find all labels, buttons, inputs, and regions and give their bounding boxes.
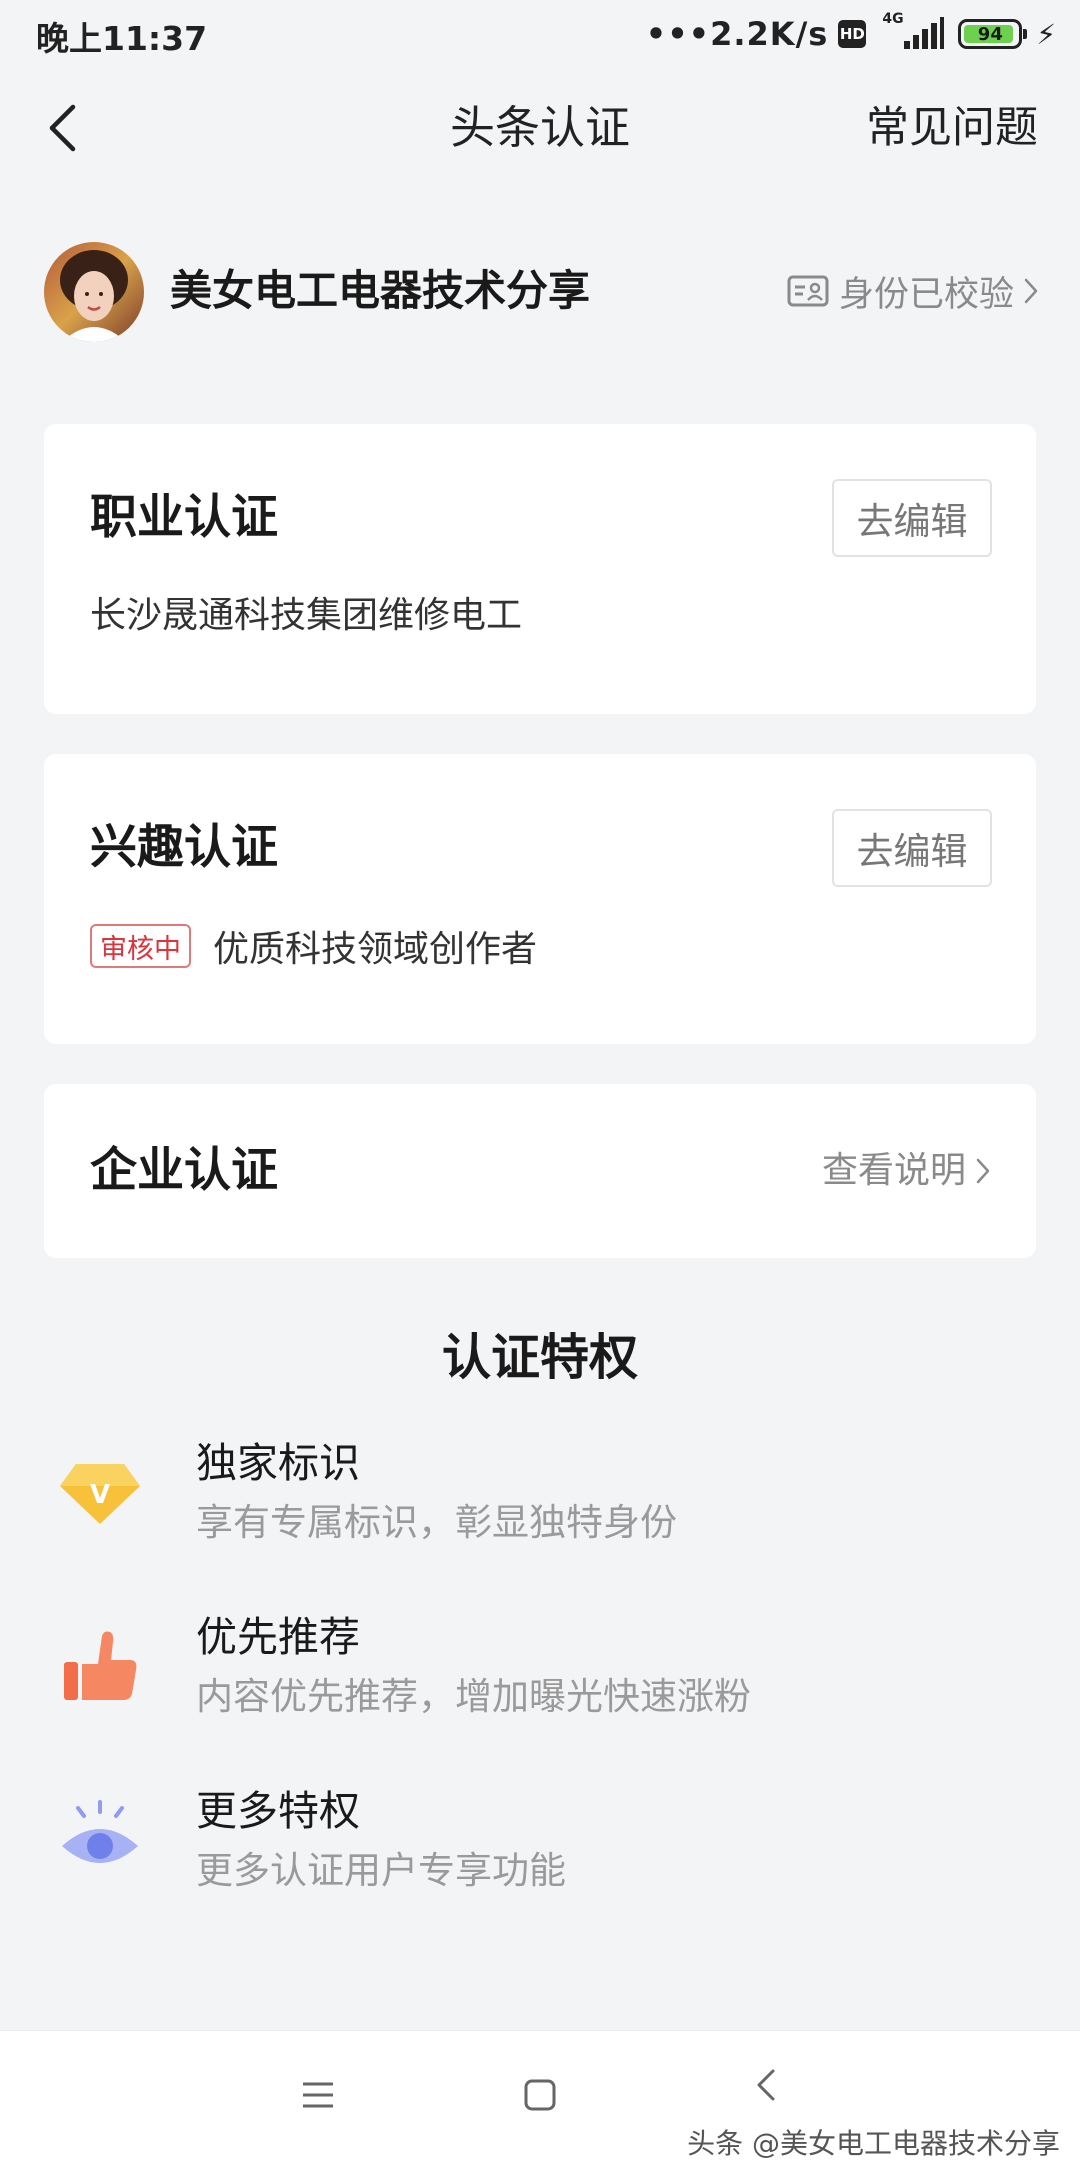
id-card-icon	[787, 275, 829, 307]
hd-icon: HD	[838, 20, 867, 48]
enterprise-card[interactable]: 企业认证 查看说明	[44, 1084, 1036, 1258]
identity-verified-link[interactable]: 身份已校验	[787, 262, 1038, 320]
interest-description: 优质科技领域创作者	[213, 929, 538, 970]
eye-icon	[62, 1800, 138, 1863]
review-status-badge: 审核中	[90, 924, 191, 968]
privilege-title: 优先推荐	[196, 1613, 360, 1661]
chevron-left-icon	[49, 104, 76, 152]
thumbs-up-icon	[64, 1631, 137, 1700]
enterprise-title: 企业认证	[90, 1143, 278, 1198]
profession-title: 职业认证	[90, 490, 278, 545]
privilege-desc: 内容优先推荐，增加曝光快速涨粉	[196, 1675, 751, 1718]
privilege-desc: 享有专属标识，彰显独特身份	[196, 1501, 677, 1544]
chevron-right-icon	[1024, 278, 1038, 304]
interest-title: 兴趣认证	[90, 820, 278, 875]
privilege-desc: 更多认证用户专享功能	[196, 1849, 566, 1892]
nav-back-button[interactable]	[736, 2055, 796, 2115]
chevron-left-icon	[757, 2069, 775, 2101]
view-instructions-label: 查看说明	[821, 1150, 966, 1191]
nav-home-button[interactable]	[510, 2065, 570, 2125]
avatar[interactable]	[44, 242, 144, 342]
status-indicators: •••2.2K/s HD 4G 94 ⚡	[645, 11, 1056, 56]
profile-name: 美女电工电器技术分享	[170, 266, 591, 315]
privileges-title: 认证特权	[441, 1329, 638, 1386]
interest-status-row: 审核中 优质科技领域创作者	[90, 918, 537, 974]
back-button[interactable]	[32, 98, 92, 158]
network-type: 4G	[882, 11, 904, 27]
svg-text:V: V	[90, 1480, 110, 1510]
privilege-item-exclusive-badge: V 独家标识 享有专属标识，彰显独特身份	[0, 1434, 1080, 1584]
menu-icon	[303, 2082, 333, 2108]
profession-description: 长沙晟通科技集团维修电工	[90, 595, 523, 636]
battery-icon: 94	[958, 19, 1028, 49]
app-header: 头条认证 常见问题	[0, 80, 1080, 176]
privilege-title: 更多特权	[196, 1787, 360, 1835]
chevron-right-icon	[976, 1158, 990, 1184]
status-time: 晚上11:37	[36, 19, 208, 58]
profession-card: 职业认证 去编辑 长沙晟通科技集团维修电工	[44, 424, 1036, 714]
interest-card: 兴趣认证 去编辑 审核中 优质科技领域创作者	[44, 754, 1036, 1044]
square-icon	[524, 2079, 556, 2111]
interest-edit-button[interactable]: 去编辑	[832, 809, 992, 887]
faq-link[interactable]: 常见问题	[866, 98, 1038, 158]
profession-edit-button[interactable]: 去编辑	[832, 479, 992, 557]
status-bar: 晚上11:37 •••2.2K/s HD 4G 94 ⚡	[0, 0, 1080, 66]
privilege-item-priority-recommend: 优先推荐 内容优先推荐，增加曝光快速涨粉	[0, 1608, 1080, 1758]
profile-row: 美女电工电器技术分享 身份已校验	[44, 240, 1044, 344]
diamond-v-icon: V	[60, 1464, 140, 1524]
battery-level: 94	[977, 23, 1003, 45]
privilege-title: 独家标识	[196, 1439, 360, 1487]
avatar-image	[44, 242, 144, 342]
net-speed: •••2.2K/s	[645, 15, 829, 53]
watermark: 头条 @美女电工电器技术分享	[687, 2127, 1060, 2160]
privilege-item-more: 更多特权 更多认证用户专享功能	[0, 1782, 1080, 1932]
signal-icon: 4G	[882, 11, 945, 53]
verify-status: 身份已校验	[838, 274, 1014, 315]
nav-menu-button[interactable]	[288, 2065, 348, 2125]
view-instructions-link[interactable]: 查看说明	[822, 1146, 990, 1196]
charging-icon: ⚡	[1036, 17, 1056, 51]
